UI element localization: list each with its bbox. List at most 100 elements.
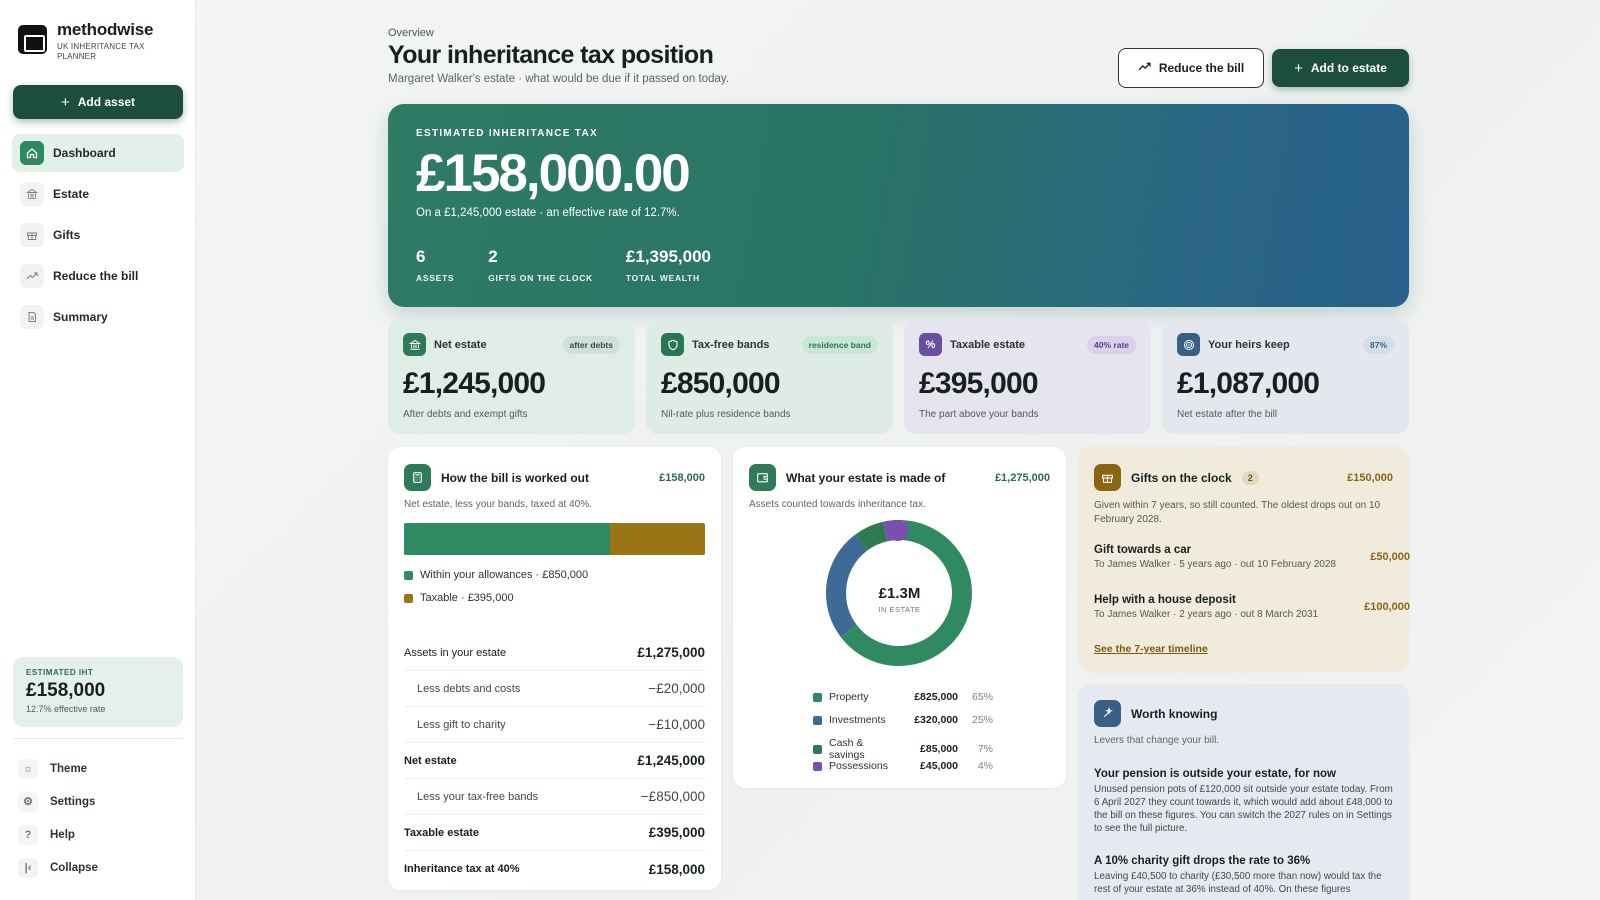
- legend-value: £85,000: [920, 743, 958, 755]
- calc-row-value: £395,000: [648, 825, 705, 840]
- stat-name: Tax-free bands: [692, 338, 770, 351]
- sidebar-divider: [13, 738, 183, 739]
- calc-row: Less debts and costs −£20,000: [404, 671, 705, 707]
- gift-value: £50,000: [1370, 551, 1410, 563]
- sidebar-item-reduce[interactable]: Reduce the bill: [12, 257, 184, 295]
- bill-legend-taxable: Taxable · £395,000: [404, 592, 514, 604]
- sidebar-item-label: Estate: [53, 187, 90, 201]
- calc-row-label: Less gift to charity: [417, 718, 506, 731]
- estimated-iht-summary[interactable]: ESTIMATED IHT £158,000 12.7% effective r…: [13, 657, 183, 727]
- bill-legend-allowance: Within your allowances · £850,000: [404, 569, 588, 581]
- sidebar-item-gifts[interactable]: Gifts: [12, 216, 184, 254]
- estimated-iht-rate: 12.7% effective rate: [26, 704, 106, 714]
- stat-sub: Nil-rate plus residence bands: [661, 409, 791, 420]
- bank-icon: [20, 182, 44, 206]
- collapse-icon: |‹: [18, 857, 38, 878]
- stat-card-tax-free-bands[interactable]: Tax-free bands residence band £850,000 N…: [646, 320, 893, 434]
- stat-value: £1,087,000: [1177, 367, 1320, 400]
- hero-value: £158,000.00: [416, 144, 691, 203]
- sidebar-item-label: Summary: [53, 310, 108, 324]
- stat-name: Taxable estate: [950, 338, 1026, 351]
- legend-name: Possessions: [829, 760, 888, 772]
- stat-sub: After debts and exempt gifts: [403, 409, 528, 420]
- shield-icon: [661, 333, 684, 356]
- page-subtitle: Margaret Walker's estate · what would be…: [388, 73, 729, 85]
- reduce-bill-button[interactable]: Reduce the bill: [1118, 48, 1264, 88]
- worth-item-body: Leaving £40,500 to charity (£30,500 more…: [1094, 871, 1382, 895]
- estate-title: What your estate is made of: [786, 470, 946, 485]
- legend-swatch: [404, 593, 413, 603]
- stat-card-heirs-keep[interactable]: Your heirs keep 87% £1,087,000 Net estat…: [1162, 320, 1409, 434]
- theme-button[interactable]: ☼ Theme: [18, 752, 98, 785]
- calc-row-label: Assets in your estate: [404, 646, 507, 659]
- gifts-on-clock-card: Gifts on the clock 2 £150,000 Given with…: [1078, 447, 1410, 671]
- seven-year-timeline-link[interactable]: See the 7-year timeline: [1094, 643, 1208, 655]
- legend-percent: 25%: [971, 714, 993, 726]
- worth-item-title: A 10% charity gift drops the rate to 36%: [1094, 855, 1311, 867]
- stat-value: £850,000: [661, 367, 781, 400]
- collapse-button[interactable]: |‹ Collapse: [18, 851, 98, 884]
- legend-name: Cash & savings: [829, 737, 865, 761]
- brand[interactable]: methodwise UK INHERITANCE TAX PLANNER: [18, 20, 167, 62]
- hero-stat-gifts: 2 GIFTS ON THE CLOCK: [488, 247, 593, 283]
- legend-value: £320,000: [914, 714, 958, 726]
- legend-name: Property: [829, 691, 869, 703]
- gifts-total: £150,000: [1347, 471, 1393, 484]
- page-overline: Overview: [388, 27, 434, 39]
- brand-name: methodwise: [57, 20, 154, 39]
- legend-value: £825,000: [914, 691, 958, 703]
- add-to-estate-button[interactable]: + Add to estate: [1272, 49, 1409, 87]
- gift-value: £100,000: [1364, 601, 1410, 613]
- gifts-title: Gifts on the clock: [1131, 470, 1232, 485]
- sidebar-item-label: Reduce the bill: [53, 269, 139, 283]
- stat-card-taxable-estate[interactable]: % Taxable estate 40% rate £395,000 The p…: [904, 320, 1151, 434]
- settings-button[interactable]: ⚙ Settings: [18, 785, 98, 818]
- add-to-estate-label: Add to estate: [1310, 61, 1387, 75]
- sidebar-item-dashboard[interactable]: Dashboard: [12, 134, 184, 172]
- hero-stat-assets: 6 ASSETS: [416, 247, 454, 283]
- hero-stat-value: 2: [488, 247, 498, 266]
- worth-item-title: Your pension is outside your estate, for…: [1094, 768, 1336, 780]
- sidebar-item-estate[interactable]: Estate: [12, 175, 184, 213]
- estate-total: £1,275,000: [994, 471, 1050, 484]
- collapse-label: Collapse: [50, 861, 98, 874]
- gifts-subtitle: Given within 7 years, so still counted. …: [1094, 500, 1381, 525]
- gift-item[interactable]: Gift towards a car To James Walker · 5 y…: [1094, 544, 1410, 570]
- help-button[interactable]: ? Help: [18, 818, 98, 851]
- calc-row-label: Less debts and costs: [417, 682, 521, 695]
- plus-icon: +: [1294, 59, 1303, 77]
- worth-subtitle: Levers that change your bill.: [1094, 735, 1220, 746]
- gift-details: To James Walker · 5 years ago · out 10 F…: [1094, 559, 1336, 570]
- stat-value: £395,000: [919, 367, 1039, 400]
- bill-breakdown-card: How the bill is worked out £158,000 Net …: [388, 447, 721, 890]
- home-icon: [20, 141, 44, 165]
- gifts-count-badge: 2: [1241, 470, 1259, 485]
- sun-icon: ☼: [18, 758, 38, 779]
- gift-item[interactable]: Help with a house deposit To James Walke…: [1094, 594, 1410, 620]
- stat-card-net-estate[interactable]: Net estate after debts £1,245,000 After …: [388, 320, 635, 434]
- sidebar-nav: Dashboard Estate Gifts Reduce the bill S…: [12, 134, 184, 339]
- gift-icon: [20, 223, 44, 247]
- worth-item: A 10% charity gift drops the rate to 36%…: [1094, 855, 1394, 896]
- sidebar-item-summary[interactable]: Summary: [12, 298, 184, 336]
- bill-title: How the bill is worked out: [441, 470, 590, 485]
- estimated-iht-label: ESTIMATED IHT: [26, 668, 94, 677]
- stat-name: Your heirs keep: [1208, 338, 1290, 351]
- calc-row-label: Net estate: [404, 754, 457, 767]
- estate-subtitle: Assets counted towards inheritance tax.: [749, 499, 926, 510]
- bill-total: £158,000: [659, 471, 705, 484]
- donut-center-value: £1.3M: [878, 585, 921, 602]
- legend-label: Within your allowances · £850,000: [420, 569, 589, 581]
- hero-stat-value: £1,395,000: [625, 247, 711, 266]
- sidebar-bottom-nav: ☼ Theme ⚙ Settings ? Help |‹ Collapse: [18, 752, 98, 884]
- estate-legend-item: Property £825,000 65%: [813, 691, 993, 703]
- add-asset-button[interactable]: + Add asset: [13, 85, 183, 119]
- percent-icon: %: [919, 333, 942, 356]
- document-icon: [20, 305, 44, 329]
- hero-stat-label: TOTAL WEALTH: [625, 273, 700, 283]
- calc-row: Taxable estate £395,000: [404, 815, 705, 851]
- settings-label: Settings: [50, 795, 96, 808]
- gear-icon: ⚙: [18, 791, 38, 812]
- calc-row-value: £1,275,000: [637, 645, 705, 660]
- reduce-bill-label: Reduce the bill: [1158, 61, 1245, 75]
